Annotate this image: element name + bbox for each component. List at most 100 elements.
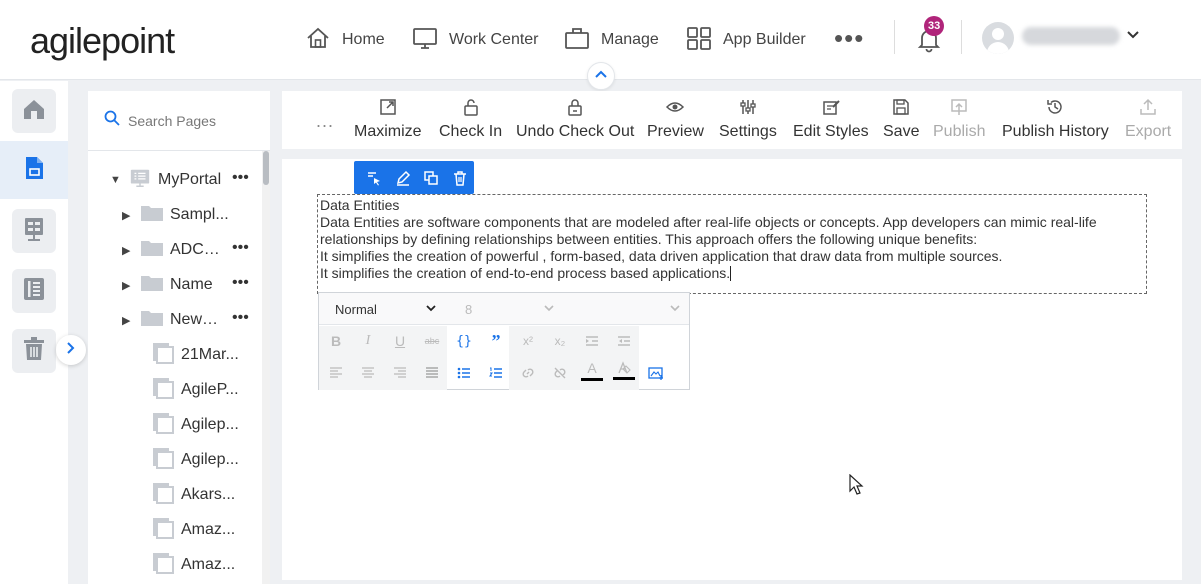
align-center-icon[interactable] bbox=[355, 360, 381, 386]
rich-text-content[interactable]: Data Entities Data Entities are software… bbox=[317, 194, 1147, 294]
format-select[interactable]: Normal bbox=[325, 296, 449, 322]
toolbar-more-button[interactable]: ... bbox=[316, 111, 334, 132]
tree-item-menu[interactable]: ••• bbox=[232, 269, 249, 297]
more-nav-button[interactable]: ••• bbox=[834, 25, 864, 51]
tree-page-item[interactable]: Amaz... bbox=[152, 551, 243, 579]
rail-pages[interactable] bbox=[0, 141, 68, 199]
tree-item-menu[interactable]: ••• bbox=[232, 164, 249, 192]
tree-page-item[interactable]: Agilep... bbox=[152, 411, 243, 439]
tree-scrollbar[interactable] bbox=[262, 151, 270, 584]
form-icon bbox=[20, 215, 48, 248]
rail-trash[interactable] bbox=[12, 329, 56, 373]
edit-icon[interactable] bbox=[389, 163, 418, 193]
maximize-icon bbox=[380, 99, 396, 115]
numbered-list-icon[interactable] bbox=[483, 360, 509, 386]
tree-item-label: AgileP... bbox=[181, 381, 239, 398]
rail-home[interactable] bbox=[12, 89, 56, 133]
folder-icon bbox=[140, 238, 170, 263]
tree-page-item[interactable]: AgileP... bbox=[152, 376, 243, 404]
select-icon[interactable] bbox=[360, 163, 389, 193]
tree-folder-item[interactable]: ▶ Name bbox=[122, 271, 222, 299]
trash-icon[interactable] bbox=[446, 163, 475, 193]
tree-item-menu[interactable]: ••• bbox=[232, 234, 249, 262]
chevron-down-icon[interactable] bbox=[1126, 28, 1140, 42]
text-color-icon[interactable]: A bbox=[579, 357, 605, 383]
search-input[interactable] bbox=[128, 112, 258, 129]
undo-check-out-button[interactable]: Undo Check Out bbox=[516, 97, 634, 147]
agilepoint-logo[interactable]: agilepoint bbox=[30, 20, 175, 62]
tree-item-label: MyPortal bbox=[158, 171, 222, 188]
caret-right-icon[interactable]: ▶ bbox=[122, 279, 140, 292]
rail-forms[interactable] bbox=[12, 209, 56, 253]
expand-rail-button[interactable] bbox=[56, 335, 86, 365]
align-left-icon[interactable] bbox=[323, 360, 349, 386]
caret-right-icon[interactable]: ▶ bbox=[122, 209, 140, 222]
page-icon bbox=[152, 517, 181, 544]
tree-item-label: Agilep... bbox=[181, 416, 239, 433]
collapse-header-button[interactable] bbox=[587, 62, 615, 90]
italic-icon[interactable]: I bbox=[355, 328, 381, 354]
chevron-right-icon bbox=[64, 341, 78, 360]
folder-icon bbox=[140, 273, 170, 298]
more-icon: ••• bbox=[232, 274, 249, 291]
tree-item-label: Name bbox=[170, 276, 213, 293]
blockquote-icon[interactable]: ” bbox=[483, 328, 509, 354]
tree-scroll-thumb[interactable] bbox=[263, 151, 269, 185]
nav-work-center[interactable]: Work Center bbox=[411, 24, 539, 56]
maximize-button[interactable]: Maximize bbox=[354, 97, 422, 147]
username-blurred[interactable] bbox=[1022, 27, 1120, 45]
briefcase-icon bbox=[563, 24, 591, 57]
check-in-button[interactable]: Check In bbox=[439, 97, 502, 147]
tree-page-item[interactable]: Akars... bbox=[152, 481, 243, 509]
more-icon: ••• bbox=[232, 239, 249, 256]
strikethrough-icon[interactable]: abc bbox=[419, 328, 445, 354]
subscript-icon[interactable]: x₂ bbox=[547, 328, 573, 354]
tree-page-item[interactable]: Amaz... bbox=[152, 516, 243, 544]
font-family-select[interactable] bbox=[563, 296, 689, 322]
settings-label: Settings bbox=[719, 123, 777, 140]
caret-down-icon[interactable]: ▼ bbox=[110, 174, 128, 186]
align-right-icon[interactable] bbox=[387, 360, 413, 386]
home-icon bbox=[20, 95, 48, 128]
search-box bbox=[88, 91, 270, 151]
publish-button[interactable]: Publish bbox=[933, 97, 985, 147]
link-icon[interactable] bbox=[515, 360, 541, 386]
nav-app-builder[interactable]: App Builder bbox=[685, 24, 806, 56]
settings-button[interactable]: Settings bbox=[719, 97, 777, 147]
nav-home[interactable]: Home bbox=[304, 24, 385, 56]
highlight-color-icon[interactable] bbox=[611, 357, 637, 383]
unlink-icon[interactable] bbox=[547, 360, 573, 386]
superscript-icon[interactable]: x² bbox=[515, 328, 541, 354]
bulleted-list-icon[interactable] bbox=[451, 360, 477, 386]
avatar[interactable] bbox=[982, 22, 1014, 54]
insert-image-icon[interactable] bbox=[643, 360, 669, 386]
tree-root-item[interactable]: ▼ MyPortal bbox=[110, 166, 222, 194]
tree-folder-item[interactable]: ▶ NewF... bbox=[122, 306, 222, 334]
edit-styles-button[interactable]: Edit Styles bbox=[793, 97, 869, 147]
bold-icon[interactable]: B bbox=[323, 328, 349, 354]
tree-folder-item[interactable]: ▶ ADCA... bbox=[122, 236, 222, 264]
tree-page-item[interactable]: 21Mar... bbox=[152, 341, 243, 369]
publish-history-button[interactable]: Publish History bbox=[1002, 97, 1109, 147]
tree-page-item[interactable]: Agilep... bbox=[152, 446, 243, 474]
copy-icon[interactable] bbox=[417, 163, 446, 193]
code-block-icon[interactable]: {} bbox=[451, 328, 477, 354]
align-justify-icon[interactable] bbox=[419, 360, 445, 386]
caret-right-icon[interactable]: ▶ bbox=[122, 244, 140, 257]
font-size-select[interactable]: 8 bbox=[451, 296, 559, 322]
save-button[interactable]: Save bbox=[883, 97, 919, 147]
rail-list[interactable] bbox=[12, 269, 56, 313]
page-tree-panel: ▼ MyPortal ••• ▶ Sampl... ▶ ADCA... ••• … bbox=[88, 91, 270, 584]
nav-manage[interactable]: Manage bbox=[563, 24, 659, 56]
font-size-value: 8 bbox=[465, 301, 473, 317]
preview-button[interactable]: Preview bbox=[647, 97, 704, 147]
caret-right-icon[interactable]: ▶ bbox=[122, 314, 140, 327]
rich-text-toolbar: Normal 8 B I U abc {} ” x² x₂ A bbox=[318, 292, 690, 390]
tree-folder-item[interactable]: ▶ Sampl... bbox=[122, 201, 230, 229]
tree-item-menu[interactable]: ••• bbox=[232, 304, 249, 332]
chevron-up-icon bbox=[594, 67, 608, 86]
underline-icon[interactable]: U bbox=[387, 328, 413, 354]
export-button[interactable]: Export bbox=[1125, 97, 1171, 147]
outdent-icon[interactable] bbox=[611, 328, 637, 354]
indent-icon[interactable] bbox=[579, 328, 605, 354]
